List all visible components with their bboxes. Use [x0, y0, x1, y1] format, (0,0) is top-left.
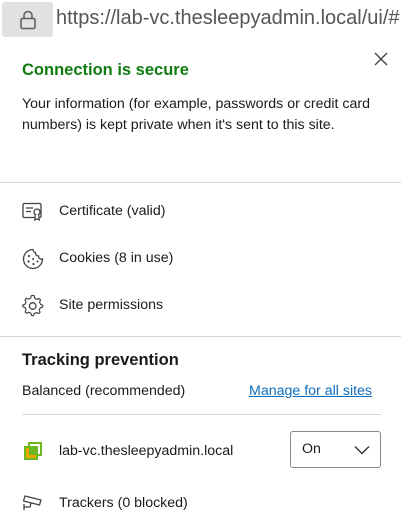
select-value: On	[302, 441, 321, 457]
site-info-button[interactable]	[2, 2, 53, 37]
tracking-prevention-title: Tracking prevention	[22, 351, 179, 369]
certificate-icon	[22, 202, 42, 222]
lock-icon	[20, 10, 36, 30]
manage-all-sites-link[interactable]: Manage for all sites	[249, 383, 372, 399]
cookies-item[interactable]: Cookies (8 in use)	[0, 236, 401, 282]
close-icon[interactable]	[372, 50, 390, 68]
tracking-level: Balanced (recommended)	[22, 383, 186, 399]
trackers-label: Trackers (0 blocked)	[59, 495, 188, 511]
address-bar: https://lab-vc.thesleepyadmin.local/ui/#	[0, 0, 401, 40]
site-name: lab-vc.thesleepyadmin.local	[59, 443, 234, 459]
cookies-label: Cookies (8 in use)	[59, 250, 174, 266]
site-permissions-label: Site permissions	[59, 297, 164, 313]
connection-title: Connection is secure	[22, 61, 189, 79]
chevron-down-icon	[354, 446, 370, 455]
gear-icon	[22, 294, 44, 317]
certificate-label: Certificate (valid)	[59, 203, 166, 219]
tracking-toggle-select[interactable]: On	[290, 431, 381, 468]
divider	[0, 182, 401, 183]
site-favicon-icon	[24, 442, 42, 460]
connection-description: Your information (for example, passwords…	[22, 96, 371, 133]
tracker-camera-icon	[22, 495, 42, 510]
trackers-item[interactable]: Trackers (0 blocked)	[0, 480, 401, 526]
divider	[22, 414, 381, 415]
cookie-icon	[22, 248, 44, 270]
divider	[0, 336, 401, 337]
site-permissions-item[interactable]: Site permissions	[0, 283, 401, 329]
certificate-item[interactable]: Certificate (valid)	[0, 189, 401, 235]
url-text[interactable]: https://lab-vc.thesleepyadmin.local/ui/#	[56, 7, 401, 30]
